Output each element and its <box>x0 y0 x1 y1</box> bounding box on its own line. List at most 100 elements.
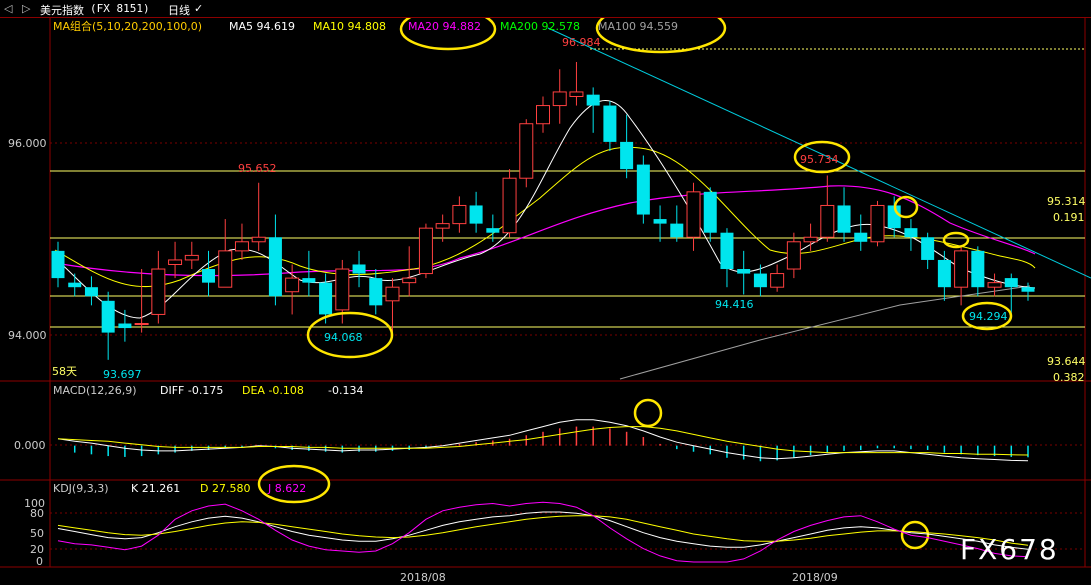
chart-canvas[interactable]: MA组合(5,10,20,200,100,0) MA5 94.619 MA10 … <box>0 18 1091 585</box>
title-bar: ◁ ▷ 美元指数 (FX 8151) 日线 ✓ <box>0 0 1091 18</box>
ma20-value: MA20 94.882 <box>408 20 481 33</box>
candle-down[interactable] <box>202 269 216 283</box>
candle-up[interactable] <box>435 223 450 229</box>
ma10-value: MA10 94.808 <box>313 20 386 33</box>
candle-up[interactable] <box>502 177 517 234</box>
candle-up[interactable] <box>452 204 467 225</box>
macd-diff-value: DIFF -0.175 <box>160 384 223 397</box>
candle-down[interactable] <box>603 105 617 142</box>
period-dropdown-icon[interactable]: ✓ <box>194 2 203 15</box>
candle-down[interactable] <box>904 228 918 238</box>
candle-down[interactable] <box>703 191 717 233</box>
ma20-line <box>54 185 1036 277</box>
candle-up[interactable] <box>184 254 199 261</box>
ma200-value: MA200 92.578 <box>500 20 580 33</box>
candle-up[interactable] <box>536 105 550 125</box>
candle-down[interactable] <box>670 223 684 238</box>
kdj-j-value: J 8.622 <box>267 482 306 495</box>
back-button[interactable]: ◁ <box>4 2 12 15</box>
candle-down[interactable] <box>352 264 366 274</box>
candle-down[interactable] <box>921 237 935 260</box>
label-high-peak: 96.984 <box>562 36 601 49</box>
candle-down[interactable] <box>653 219 667 224</box>
candle-down[interactable] <box>118 323 132 329</box>
kdj-y-tick-80: 80 <box>30 507 44 520</box>
kdj-k-value: K 21.261 <box>131 482 180 495</box>
candle-down[interactable] <box>837 205 851 233</box>
label-circled-low: 94.068 <box>324 331 363 344</box>
candle-down[interactable] <box>854 232 868 242</box>
candle-up[interactable] <box>151 268 166 315</box>
candle-down[interactable] <box>469 205 483 224</box>
macd-label[interactable]: MACD(12,26,9) <box>53 384 137 397</box>
x-label-sep: 2018/09 <box>792 571 838 584</box>
candle-down[interactable] <box>51 250 65 279</box>
candle-down[interactable] <box>720 232 734 270</box>
candle-up[interactable] <box>519 123 534 179</box>
candle-down[interactable] <box>636 164 650 215</box>
candle-down[interactable] <box>84 287 98 297</box>
candle-up[interactable] <box>552 91 567 107</box>
candle-down[interactable] <box>753 273 767 288</box>
candle-up[interactable] <box>251 236 266 243</box>
candle-up[interactable] <box>285 277 300 293</box>
candle-down[interactable] <box>486 228 500 233</box>
candle-up[interactable] <box>569 91 584 97</box>
candle-up[interactable] <box>987 282 1002 288</box>
kdj-y-tick-0: 0 <box>36 555 43 568</box>
kdj-d-line <box>57 515 1029 546</box>
candle-up[interactable] <box>870 204 885 243</box>
ma100-value: MA100 94.559 <box>598 20 678 33</box>
macd-y-tick-0: 0.000 <box>14 439 46 452</box>
candle-up[interactable] <box>402 277 417 284</box>
candle-up[interactable] <box>786 241 801 270</box>
macd-dea-value: DEA -0.108 <box>242 384 304 397</box>
instrument-name: 美元指数 <box>40 4 84 17</box>
candle-up[interactable] <box>803 236 818 243</box>
forward-button[interactable]: ▷ <box>22 2 30 15</box>
candle-up[interactable] <box>418 227 433 275</box>
candle-down[interactable] <box>268 237 282 297</box>
candle-down[interactable] <box>971 250 985 288</box>
candle-down[interactable] <box>101 300 115 333</box>
candle-down[interactable] <box>620 141 634 170</box>
kdj-label[interactable]: KDJ(9,3,3) <box>53 482 109 495</box>
candle-down[interactable] <box>737 269 751 274</box>
candle-up[interactable] <box>770 273 785 288</box>
level-upper-ratio: 0.191 <box>1053 211 1085 224</box>
kdj-j-line <box>57 501 1029 563</box>
kdj-y-tick-50: 50 <box>30 527 44 540</box>
candle-down[interactable] <box>369 278 383 306</box>
level-lower-value: 93.644 <box>1047 355 1086 368</box>
candle-down[interactable] <box>302 278 316 283</box>
candle-up[interactable] <box>234 241 249 252</box>
ma200-line <box>619 285 1031 380</box>
candle-up[interactable] <box>686 191 701 238</box>
x-label-aug: 2018/08 <box>400 571 446 584</box>
candle-down[interactable] <box>586 94 600 106</box>
period-selector[interactable]: 日线 <box>168 2 190 18</box>
candle-up[interactable] <box>385 286 400 302</box>
candle-up[interactable] <box>134 323 149 326</box>
candle-down[interactable] <box>1021 287 1035 292</box>
label-mid-low: 94.416 <box>715 298 754 311</box>
circle-macd-cross <box>633 398 663 428</box>
candle-down[interactable] <box>937 259 951 288</box>
level-upper-value: 95.314 <box>1047 195 1086 208</box>
y-tick-96: 96.000 <box>8 137 47 150</box>
ma5-value: MA5 94.619 <box>229 20 295 33</box>
candle-down[interactable] <box>68 282 82 288</box>
kdj-d-value: D 27.580 <box>200 482 250 495</box>
candle-down[interactable] <box>1004 278 1018 288</box>
label-circled-recent: 94.294 <box>969 310 1008 323</box>
circle-kdj-cross <box>900 520 930 550</box>
candle-up[interactable] <box>218 250 233 288</box>
candle-up[interactable] <box>820 204 835 238</box>
candle-up[interactable] <box>168 259 183 265</box>
candle-up[interactable] <box>335 268 350 311</box>
candle-up[interactable] <box>954 250 969 288</box>
label-circled-high: 95.734 <box>800 153 839 166</box>
candle-down[interactable] <box>319 282 333 315</box>
level-lower-ratio: 0.382 <box>1053 371 1085 384</box>
ma-indicator-label[interactable]: MA组合(5,10,20,200,100,0) <box>53 19 202 33</box>
